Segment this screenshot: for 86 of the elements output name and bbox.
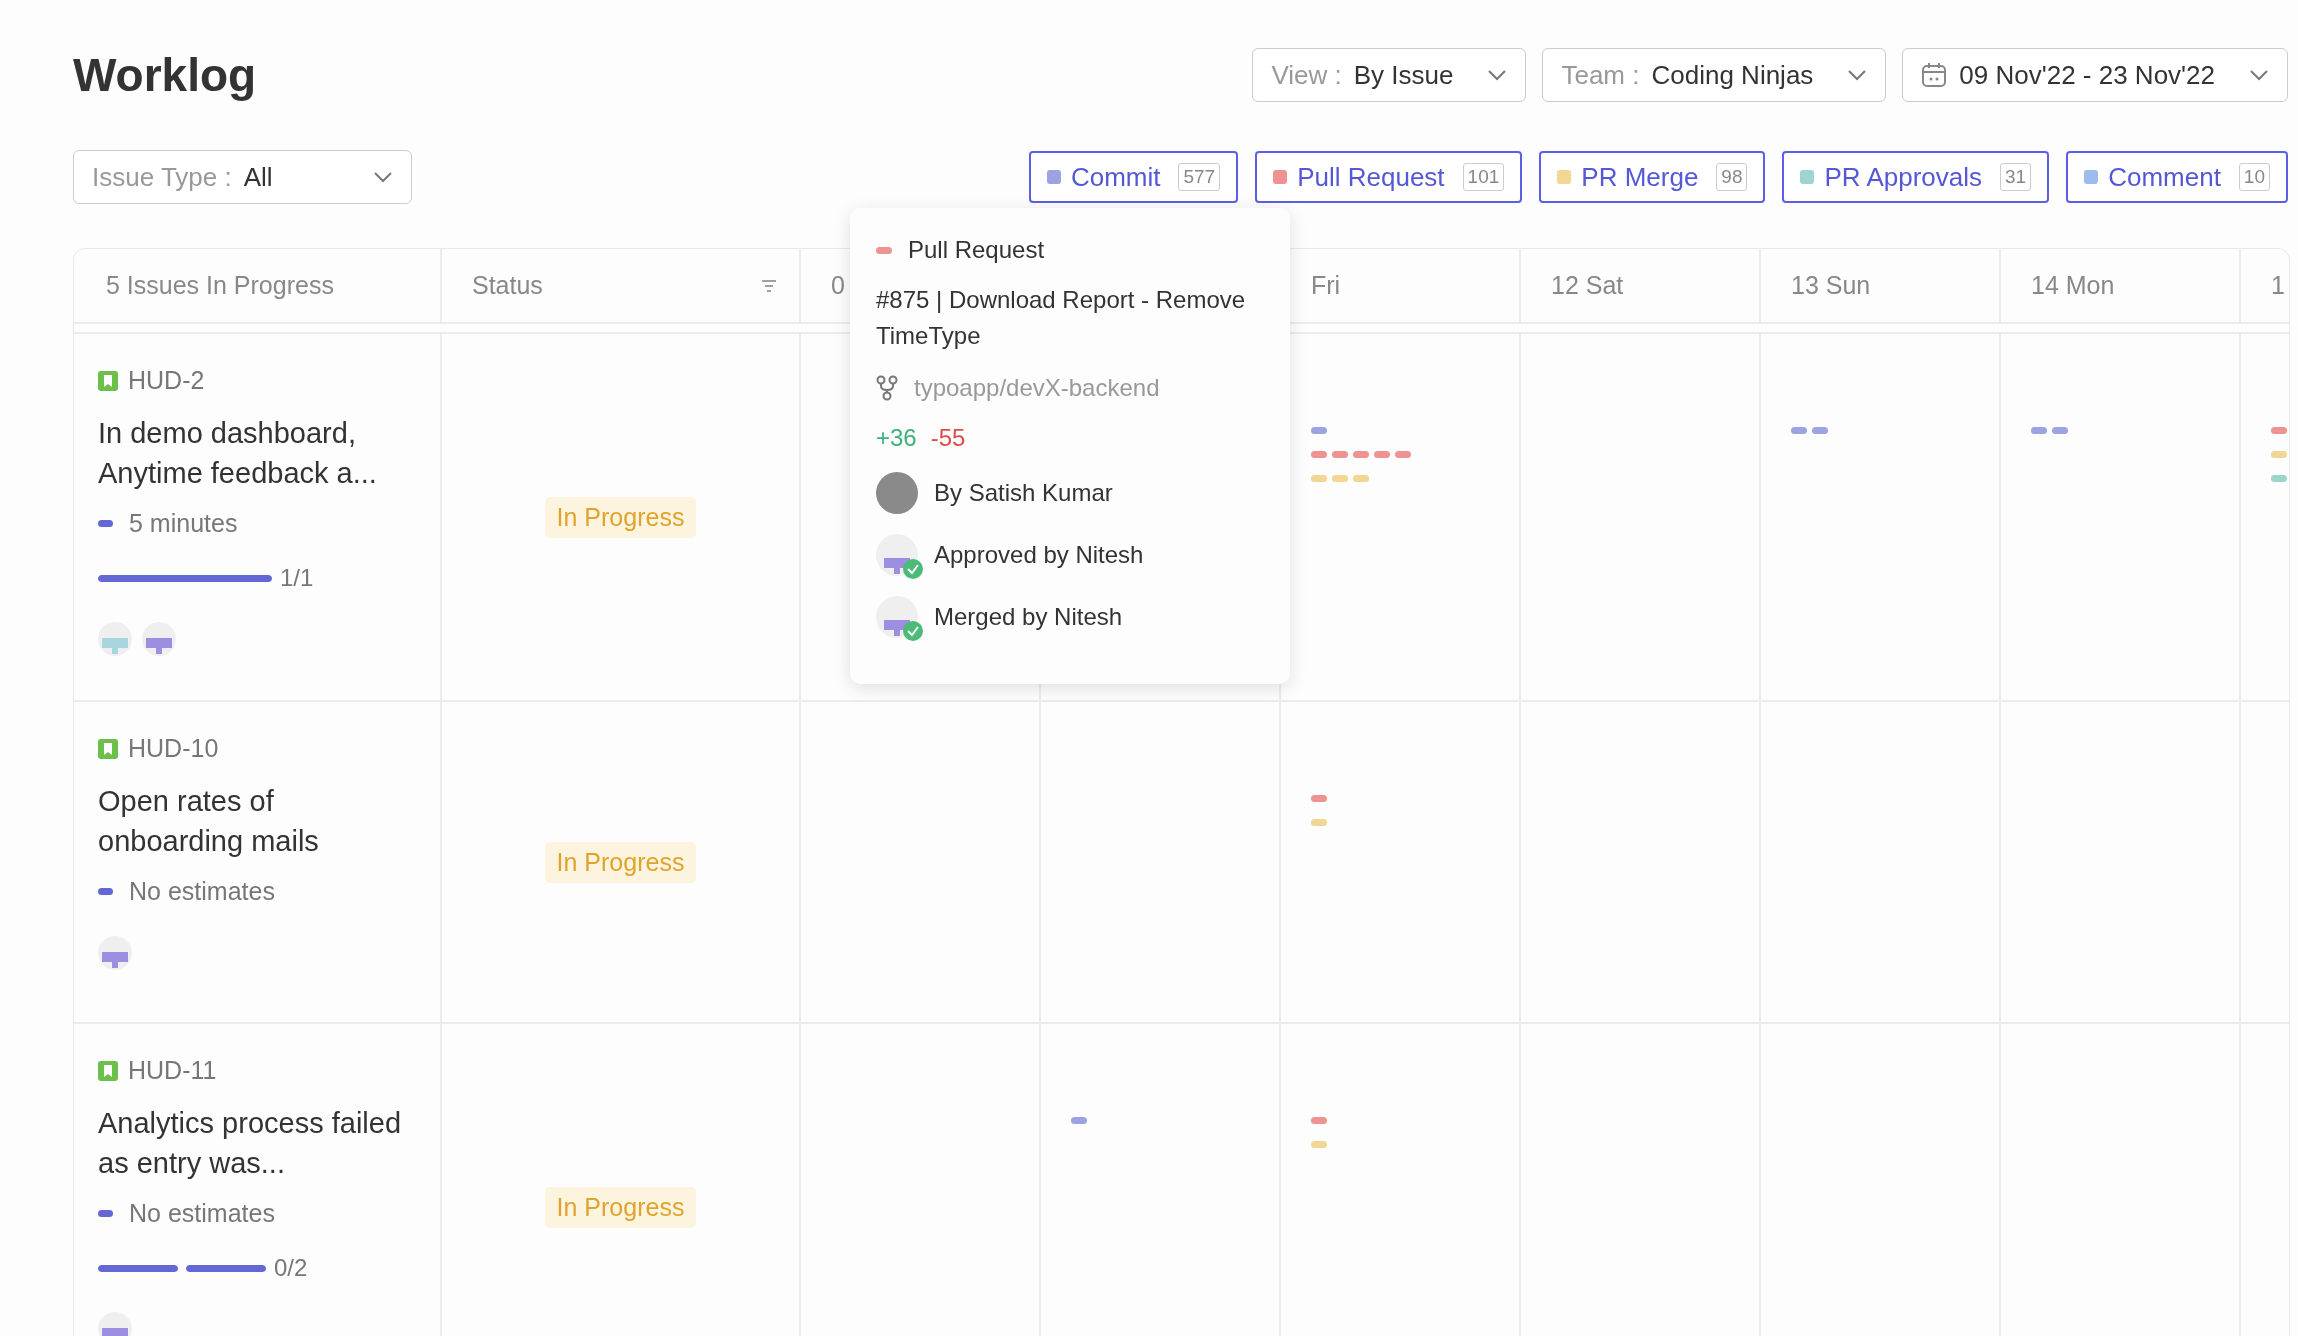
- issue-title[interactable]: Analytics process failed as entry was...: [98, 1103, 420, 1183]
- activity-mark[interactable]: [2271, 450, 2287, 458]
- avatar: [142, 622, 176, 656]
- estimate-text: No estimates: [129, 877, 275, 906]
- person-text: By Satish Kumar: [934, 479, 1113, 507]
- estimate-icon: [98, 520, 113, 527]
- day-header: 14 Mon: [2031, 271, 2115, 300]
- filter-dropdown[interactable]: View : By Issue: [1252, 48, 1527, 102]
- activity-mark[interactable]: [1071, 1116, 1087, 1124]
- issue-type-dropdown[interactable]: Issue Type : All: [73, 150, 412, 204]
- estimate-icon: [98, 1210, 113, 1217]
- estimate-icon: [98, 888, 113, 895]
- activity-mark[interactable]: [1812, 426, 1828, 434]
- date-range-picker[interactable]: 09 Nov'22 - 23 Nov'22: [1902, 48, 2288, 102]
- avatar-photo-placeholder: [876, 472, 918, 514]
- activity-mark[interactable]: [1353, 474, 1369, 482]
- issue-key[interactable]: HUD-11: [128, 1056, 217, 1085]
- legend-filter[interactable]: PR Approvals 31: [1782, 151, 2050, 203]
- chevron-down-icon: [1487, 69, 1508, 81]
- legend-filter[interactable]: Commit 577: [1028, 151, 1239, 203]
- day-header: 12 Sat: [1551, 271, 1624, 300]
- filter-icon[interactable]: [761, 278, 777, 293]
- activity-mark[interactable]: [1311, 450, 1327, 458]
- activity-mark[interactable]: [2271, 474, 2287, 482]
- chevron-down-icon: [373, 171, 393, 183]
- status-badge: In Progress: [544, 841, 697, 883]
- activity-type: Pull Request: [908, 236, 1045, 264]
- activity-mark[interactable]: [1332, 474, 1348, 482]
- check-badge-icon: [902, 558, 924, 580]
- activity-mark[interactable]: [1311, 426, 1327, 434]
- deletions-count: -55: [930, 424, 966, 452]
- count-badge: 577: [1178, 163, 1221, 191]
- bookmark-icon: [98, 738, 118, 759]
- activity-mark[interactable]: [1311, 1140, 1327, 1148]
- activity-mark[interactable]: [2031, 426, 2047, 434]
- legend-filter[interactable]: Pull Request 101: [1255, 151, 1523, 203]
- activity-mark[interactable]: [1332, 450, 1348, 458]
- day-header: 1: [2271, 271, 2285, 300]
- status-badge: In Progress: [544, 496, 697, 538]
- repository-name: typoapp/devX-backend: [914, 374, 1160, 402]
- progress-label: 0/2: [274, 1254, 308, 1282]
- avatar: [98, 622, 132, 656]
- type-dash-icon: [876, 246, 892, 254]
- activity-mark[interactable]: [1311, 1116, 1327, 1124]
- status-badge: In Progress: [544, 1186, 697, 1228]
- check-badge-icon: [902, 620, 924, 642]
- count-badge: 101: [1462, 163, 1505, 191]
- activity-mark[interactable]: [1311, 818, 1327, 826]
- issue-key[interactable]: HUD-10: [128, 734, 219, 763]
- count-badge: 10: [2238, 163, 2270, 191]
- estimate-text: No estimates: [129, 1199, 275, 1228]
- issue-title[interactable]: Open rates of onboarding mails: [98, 781, 420, 861]
- activity-mark[interactable]: [1374, 450, 1390, 458]
- person-text: Merged by Nitesh: [934, 603, 1123, 631]
- issue-title[interactable]: In demo dashboard, Anytime feedback a...: [98, 413, 420, 493]
- column-header: Status: [472, 271, 543, 300]
- day-header: 13 Sun: [1791, 271, 1871, 300]
- filter-dropdown[interactable]: Team : Coding Ninjas: [1542, 48, 1887, 102]
- day-header: Fri: [1311, 271, 1341, 300]
- activity-mark[interactable]: [1791, 426, 1807, 434]
- count-badge: 98: [1716, 163, 1748, 191]
- additions-count: +36: [876, 424, 917, 452]
- count-badge: 31: [2000, 163, 2032, 191]
- calendar-icon: [1921, 62, 1948, 88]
- page-title: Worklog: [73, 48, 257, 102]
- activity-mark[interactable]: [1311, 794, 1327, 802]
- legend-filter[interactable]: Comment 10: [2066, 151, 2288, 203]
- activity-mark[interactable]: [1311, 474, 1327, 482]
- avatar: [98, 936, 132, 970]
- person-text: Approved by Nitesh: [934, 541, 1144, 569]
- chevron-down-icon: [2249, 69, 2269, 81]
- bookmark-icon: [98, 1060, 118, 1081]
- day-header: 0: [831, 271, 845, 300]
- estimate-text: 5 minutes: [129, 509, 238, 538]
- activity-mark[interactable]: [1353, 450, 1369, 458]
- column-header: 5 Issues In Progress: [74, 249, 442, 322]
- branch-icon: [876, 375, 898, 401]
- bookmark-icon: [98, 370, 118, 391]
- activity-mark[interactable]: [2271, 426, 2287, 434]
- chevron-down-icon: [1847, 69, 1868, 81]
- pr-title: #875 | Download Report - Remove TimeType: [876, 285, 1247, 351]
- activity-mark[interactable]: [2052, 426, 2068, 434]
- progress-label: 1/1: [280, 564, 314, 592]
- legend-filter[interactable]: PR Merge 98: [1539, 151, 1766, 203]
- activity-mark[interactable]: [1395, 450, 1411, 458]
- issue-key[interactable]: HUD-2: [128, 366, 205, 395]
